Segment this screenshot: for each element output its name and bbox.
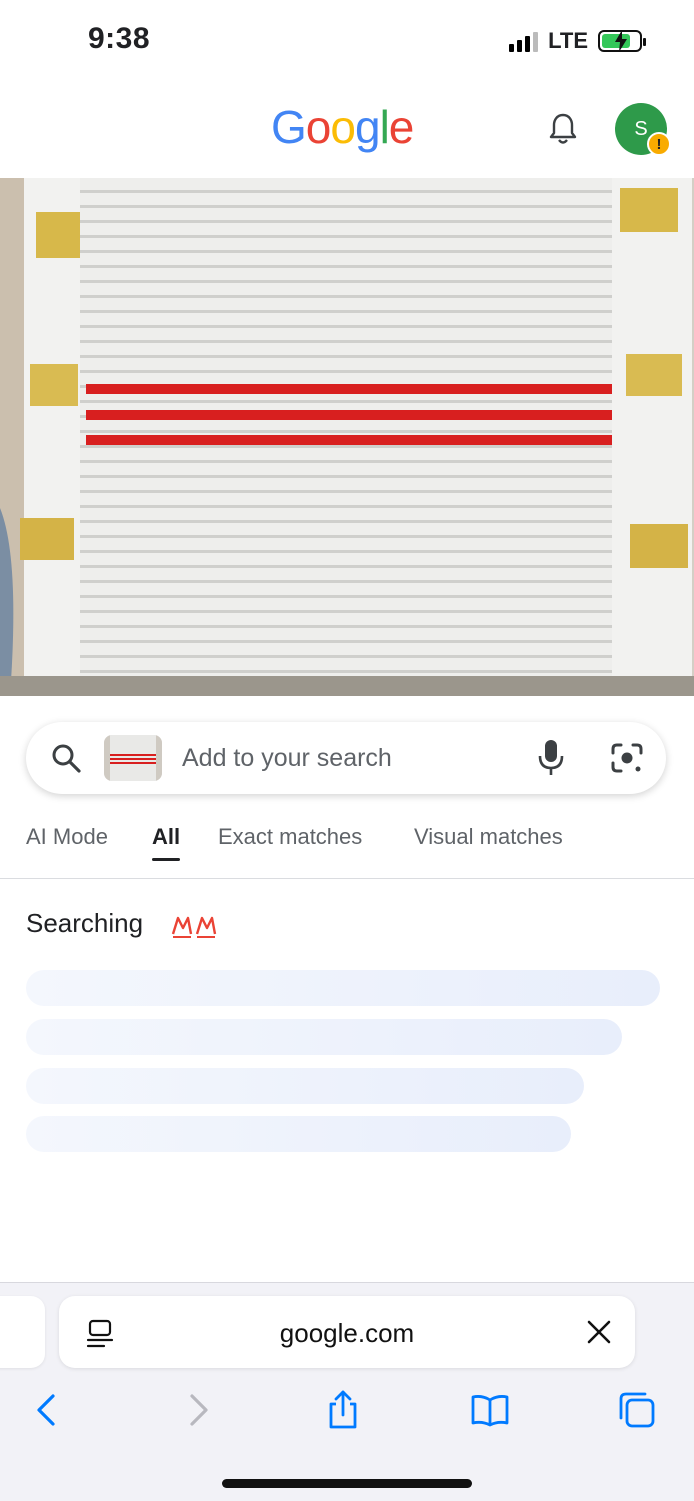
searching-status: Searching <box>26 908 144 938</box>
loading-placeholder <box>26 1068 584 1104</box>
status-indicators: LTE <box>509 28 646 54</box>
network-type: LTE <box>548 28 588 53</box>
status-time: 9:38 <box>88 22 151 55</box>
bookmarks-icon[interactable] <box>470 1390 510 1430</box>
tab-ai-mode[interactable]: AI Mode <box>26 824 108 850</box>
loading-animation-icon <box>171 916 217 938</box>
logo-letter: G <box>271 101 307 153</box>
previous-tab-card[interactable] <box>0 1296 45 1368</box>
search-image-thumbnail[interactable] <box>104 735 162 781</box>
search-input[interactable] <box>182 740 512 776</box>
logo-letter: o <box>330 101 356 153</box>
logo-letter: e <box>388 101 415 153</box>
logo-letter: g <box>354 101 381 153</box>
bell-icon[interactable] <box>548 112 578 146</box>
google-lens-icon[interactable] <box>609 741 645 775</box>
logo-letter: l <box>379 101 390 153</box>
mic-icon[interactable] <box>536 738 566 778</box>
loading-placeholder <box>26 1116 571 1152</box>
back-icon[interactable] <box>27 1390 67 1430</box>
tabs-icon[interactable] <box>617 1390 657 1430</box>
share-icon[interactable] <box>323 1390 363 1430</box>
search-image[interactable] <box>0 178 694 696</box>
tab-all[interactable]: All <box>152 824 180 850</box>
active-tab-indicator <box>152 858 180 861</box>
url-text[interactable]: google.com <box>59 1318 635 1349</box>
close-icon[interactable] <box>586 1319 612 1345</box>
tab-visual-matches[interactable]: Visual matches <box>414 824 563 850</box>
loading-placeholder <box>26 970 660 1006</box>
tabs-divider <box>0 878 694 879</box>
signal-icon <box>509 30 539 52</box>
home-indicator <box>222 1479 472 1488</box>
google-logo[interactable]: Google <box>271 100 415 154</box>
warning-badge-icon: ! <box>647 132 671 156</box>
battery-charging-icon <box>598 30 646 52</box>
tab-exact-matches[interactable]: Exact matches <box>218 824 362 850</box>
logo-letter: o <box>305 101 332 153</box>
loading-placeholder <box>26 1019 622 1055</box>
search-icon[interactable] <box>50 742 82 774</box>
forward-icon[interactable] <box>178 1390 218 1430</box>
